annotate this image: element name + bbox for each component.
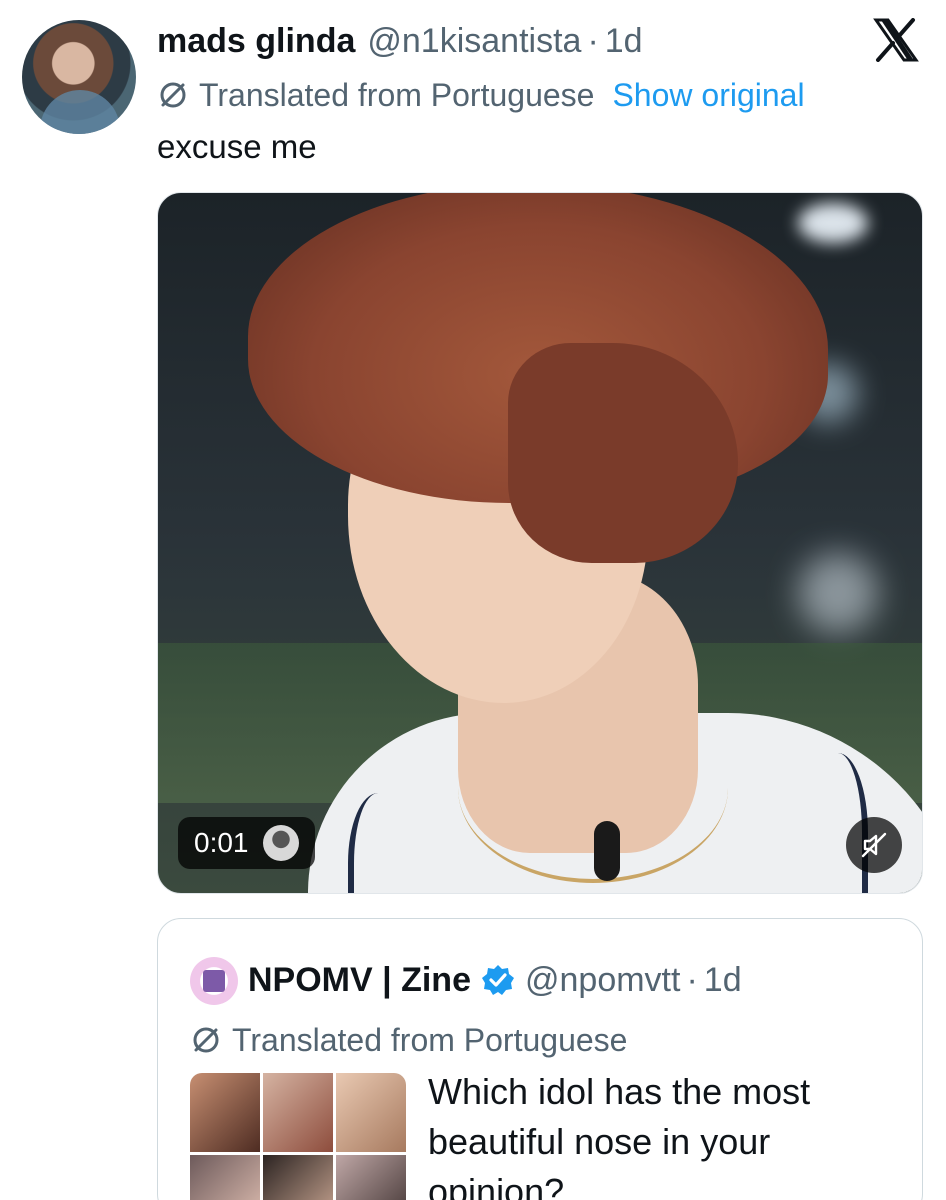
quoted-header-separator: · xyxy=(686,960,698,999)
quoted-tweet-thumbnail[interactable] xyxy=(190,1073,406,1200)
video-subject-necklace xyxy=(458,693,728,883)
verified-badge-icon xyxy=(481,965,514,995)
source-avatar-icon xyxy=(262,825,299,861)
quoted-author-avatar[interactable] xyxy=(190,957,238,1005)
show-original-link[interactable]: Show original xyxy=(612,77,804,114)
video-subject-microphone xyxy=(594,821,620,881)
video-duration: 0:01 xyxy=(194,827,249,858)
quoted-translation-note: Translated from Portuguese xyxy=(232,1021,628,1058)
quoted-tweet-timestamp[interactable]: 1d xyxy=(704,961,742,1000)
video-background-light xyxy=(798,203,868,243)
muted-speaker-icon xyxy=(861,832,887,858)
thumbnail-tile xyxy=(263,1073,333,1152)
author-display-name[interactable]: mads glinda xyxy=(157,22,355,61)
thumbnail-tile xyxy=(336,1154,406,1200)
quoted-tweet-header: NPOMV | Zine @npomvtt · 1d xyxy=(248,955,742,1005)
thumbnail-tile xyxy=(190,1154,260,1200)
tweet-header: mads glinda @n1kisantista · 1d xyxy=(157,20,643,62)
author-avatar[interactable] xyxy=(22,20,136,134)
quoted-translation-row: Translated from Portuguese xyxy=(190,1019,627,1061)
header-separator: · xyxy=(587,21,599,60)
quoted-avatar-logo xyxy=(203,970,225,992)
x-logo-icon[interactable] xyxy=(872,18,920,62)
author-handle[interactable]: @n1kisantista xyxy=(367,22,581,61)
tweet-timestamp[interactable]: 1d xyxy=(605,22,643,61)
video-background-light xyxy=(798,553,878,633)
thumbnail-tile xyxy=(190,1073,260,1152)
quoted-tweet-text: Which idol has the most beautiful nose i… xyxy=(428,1071,811,1200)
quoted-author-handle[interactable]: @npomvtt xyxy=(525,961,680,1000)
quoted-author-display-name[interactable]: NPOMV | Zine xyxy=(248,961,471,1000)
translation-note: Translated from Portuguese xyxy=(199,76,595,113)
thumbnail-tile xyxy=(336,1073,406,1152)
video-duration-badge: 0:01 xyxy=(178,817,315,869)
video-player[interactable]: 0:01 xyxy=(157,192,923,894)
mute-toggle-button[interactable] xyxy=(846,817,902,873)
quoted-tweet-card[interactable]: NPOMV | Zine @npomvtt · 1d Translated fr… xyxy=(157,918,923,1200)
translate-icon xyxy=(193,1027,219,1053)
thumbnail-tile xyxy=(263,1154,333,1200)
translation-row: Translated from Portuguese Show original xyxy=(157,74,805,116)
tweet-text: excuse me xyxy=(157,128,317,165)
translate-icon xyxy=(160,82,186,108)
